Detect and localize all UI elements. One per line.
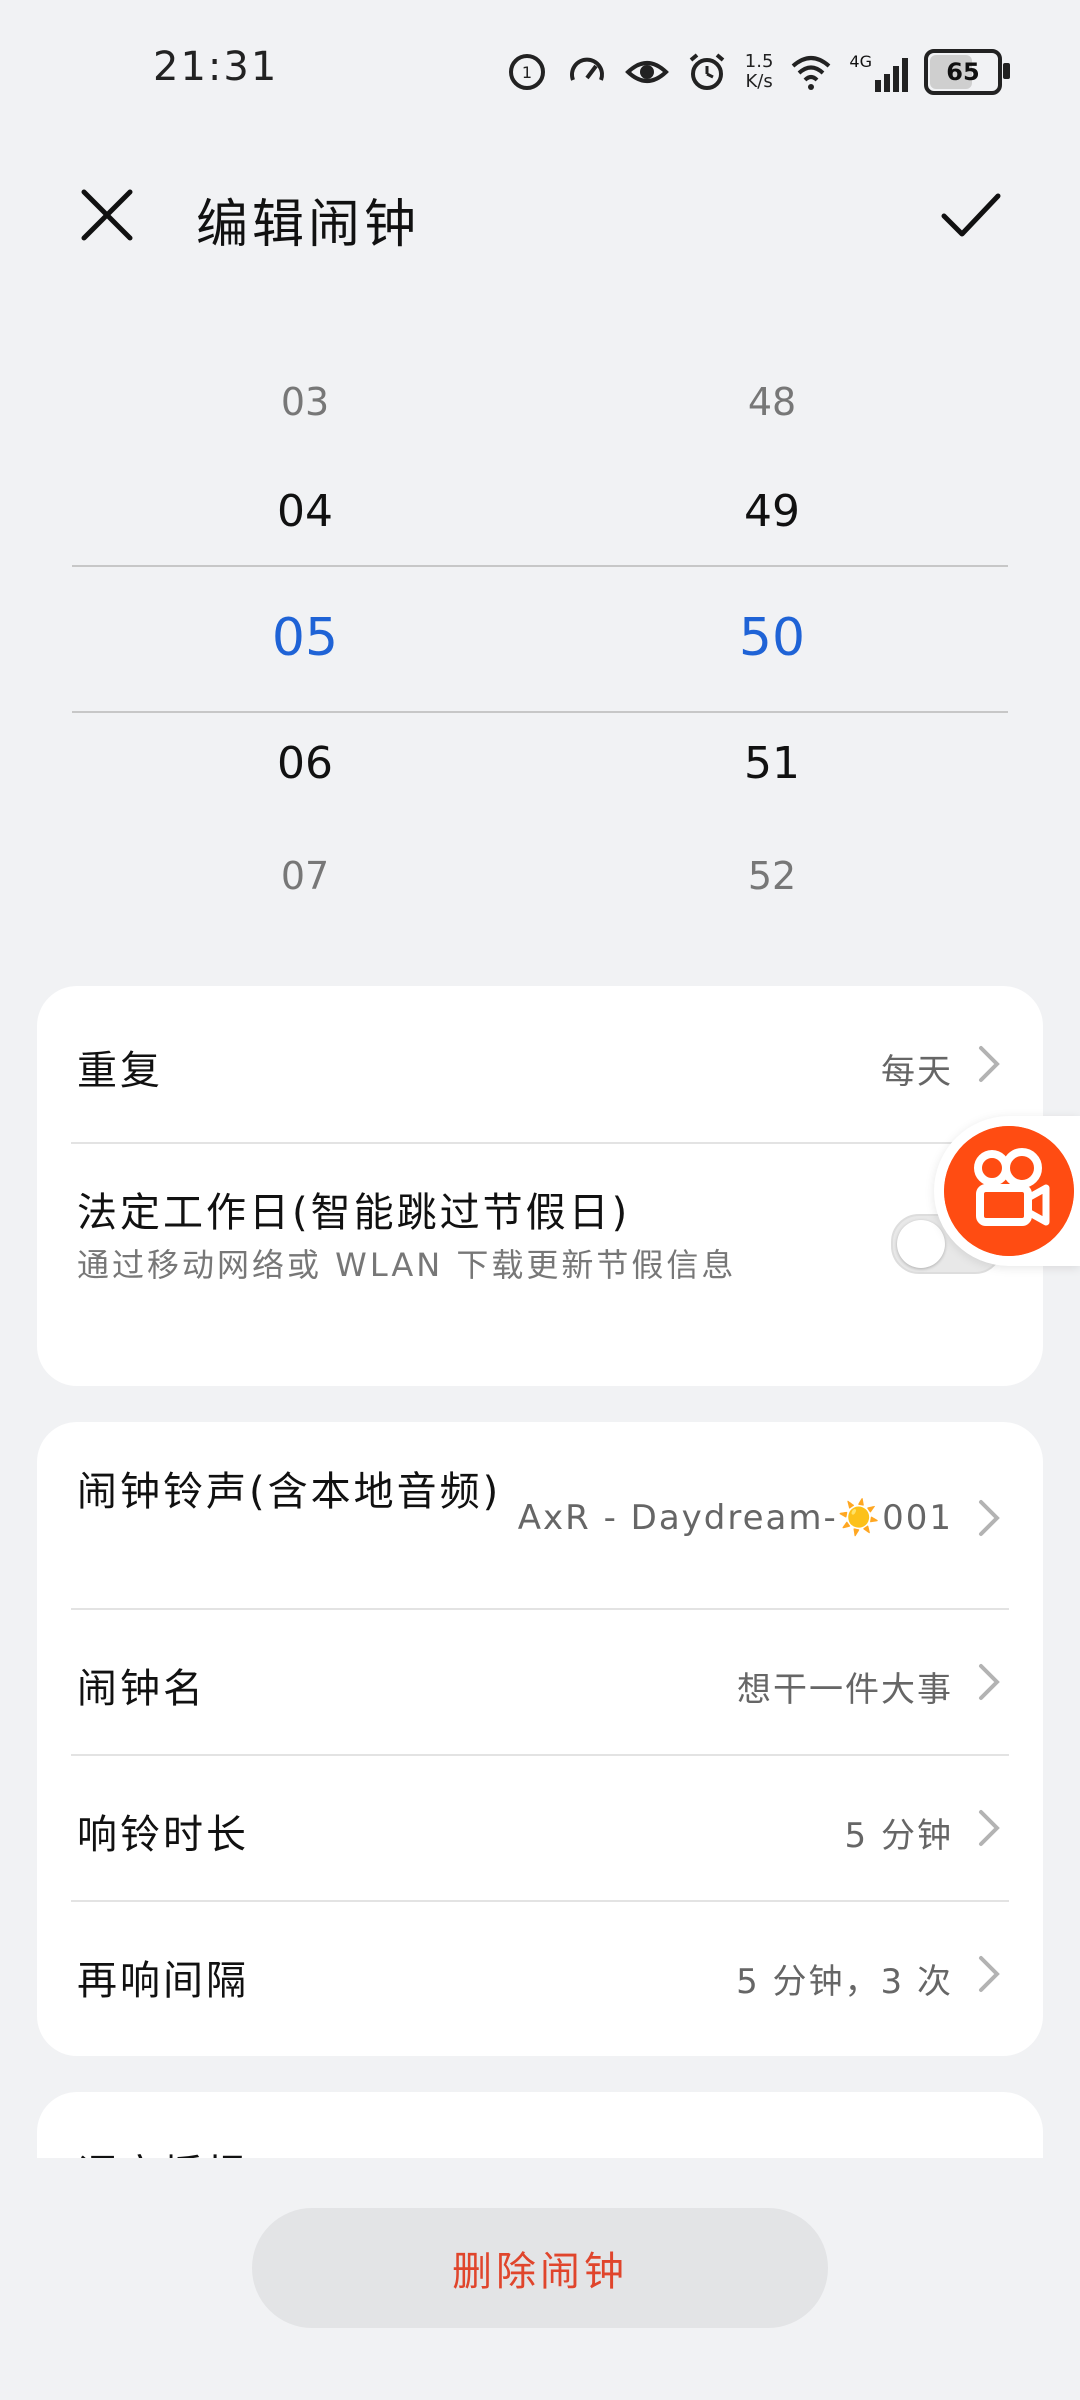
hour-selected[interactable]: 05 <box>155 608 455 668</box>
settings-card-repeat: 重复 每天 法定工作日(智能跳过节假日) 通过移动网络或 WLAN 下载更新节假… <box>37 986 1043 1386</box>
chevron-right-icon <box>979 1664 1000 1700</box>
floating-app-bubble[interactable] <box>934 1116 1080 1266</box>
ringtone-label: 闹钟铃声(含本地音频) <box>77 1469 502 1515</box>
net-speed-value: 1.5 <box>744 51 774 72</box>
repeat-row[interactable]: 重复 每天 <box>37 986 1043 1142</box>
hour-option[interactable]: 04 <box>155 486 455 537</box>
minute-option[interactable]: 48 <box>622 380 922 424</box>
net-speed: 1.5 K/s <box>745 52 774 92</box>
toggle-knob <box>897 1220 945 1268</box>
speedometer-icon <box>569 57 604 81</box>
kuaishou-icon[interactable] <box>944 1126 1074 1256</box>
chevron-right-icon <box>979 1046 1000 1082</box>
ring-duration-row[interactable]: 响铃时长 5 分钟 <box>37 1756 1043 1900</box>
snooze-value: 5 分钟，3 次 <box>736 1962 953 2002</box>
svg-text:1: 1 <box>522 63 532 82</box>
delete-alarm-button[interactable]: 删除闹钟 <box>252 2208 828 2328</box>
status-bar: 21:31 1 1.5 K/s 4G 65 <box>0 0 1080 140</box>
snooze-row[interactable]: 再响间隔 5 分钟，3 次 <box>37 1902 1043 2056</box>
snooze-label: 再响间隔 <box>77 1958 249 2004</box>
app-header: 编辑闹钟 <box>0 160 1080 280</box>
minute-wheel[interactable]: 48 49 50 51 52 <box>622 360 922 920</box>
signal-icon: 4G <box>849 52 908 92</box>
chevron-right-icon <box>979 1500 1000 1536</box>
check-icon[interactable] <box>936 180 1006 250</box>
hour-option[interactable]: 07 <box>155 854 455 898</box>
ringtone-value: AxR - Daydream-☀️001 <box>517 1498 953 1538</box>
battery-level: 65 <box>946 58 980 86</box>
minute-option[interactable]: 51 <box>622 738 922 789</box>
workday-label: 法定工作日(智能跳过节假日) <box>77 1190 631 1236</box>
workday-row[interactable]: 法定工作日(智能跳过节假日) 通过移动网络或 WLAN 下载更新节假信息 <box>37 1144 1043 1386</box>
wifi-icon <box>792 56 831 90</box>
repeat-value: 每天 <box>881 1052 953 1092</box>
time-picker[interactable]: 03 04 05 06 07 48 49 50 51 52 <box>0 360 1080 920</box>
minute-option[interactable]: 49 <box>622 486 922 537</box>
alarm-name-label: 闹钟名 <box>77 1666 206 1712</box>
hour-wheel[interactable]: 03 04 05 06 07 <box>155 360 455 920</box>
minute-option[interactable]: 52 <box>622 854 922 898</box>
status-time: 21:31 <box>153 44 279 90</box>
hour-option[interactable]: 06 <box>155 738 455 789</box>
net-speed-unit: K/s <box>745 71 773 92</box>
data-saver-icon: 1 <box>508 54 545 90</box>
eye-icon <box>624 61 669 83</box>
alarm-icon <box>689 53 725 90</box>
repeat-label: 重复 <box>77 1048 163 1094</box>
ring-duration-label: 响铃时长 <box>77 1812 249 1858</box>
ring-duration-value: 5 分钟 <box>844 1816 953 1856</box>
close-icon[interactable] <box>72 180 142 250</box>
page-title: 编辑闹钟 <box>196 195 421 255</box>
battery-icon: 65 <box>924 49 1010 95</box>
workday-description: 通过移动网络或 WLAN 下载更新节假信息 <box>77 1246 737 1284</box>
chevron-right-icon <box>979 1810 1000 1846</box>
alarm-name-row[interactable]: 闹钟名 想干一件大事 <box>37 1610 1043 1754</box>
hour-option[interactable]: 03 <box>155 380 455 424</box>
minute-selected[interactable]: 50 <box>622 608 922 668</box>
network-type: 4G <box>849 52 872 71</box>
status-icons: 1 1.5 K/s 4G 65 <box>505 44 1010 100</box>
alarm-name-value: 想干一件大事 <box>737 1670 953 1710</box>
ringtone-row[interactable]: 闹钟铃声(含本地音频) AxR - Daydream-☀️001 <box>37 1422 1043 1608</box>
chevron-right-icon <box>979 1956 1000 1992</box>
settings-card-ringtone: 闹钟铃声(含本地音频) AxR - Daydream-☀️001 闹钟名 想干一… <box>37 1422 1043 2056</box>
